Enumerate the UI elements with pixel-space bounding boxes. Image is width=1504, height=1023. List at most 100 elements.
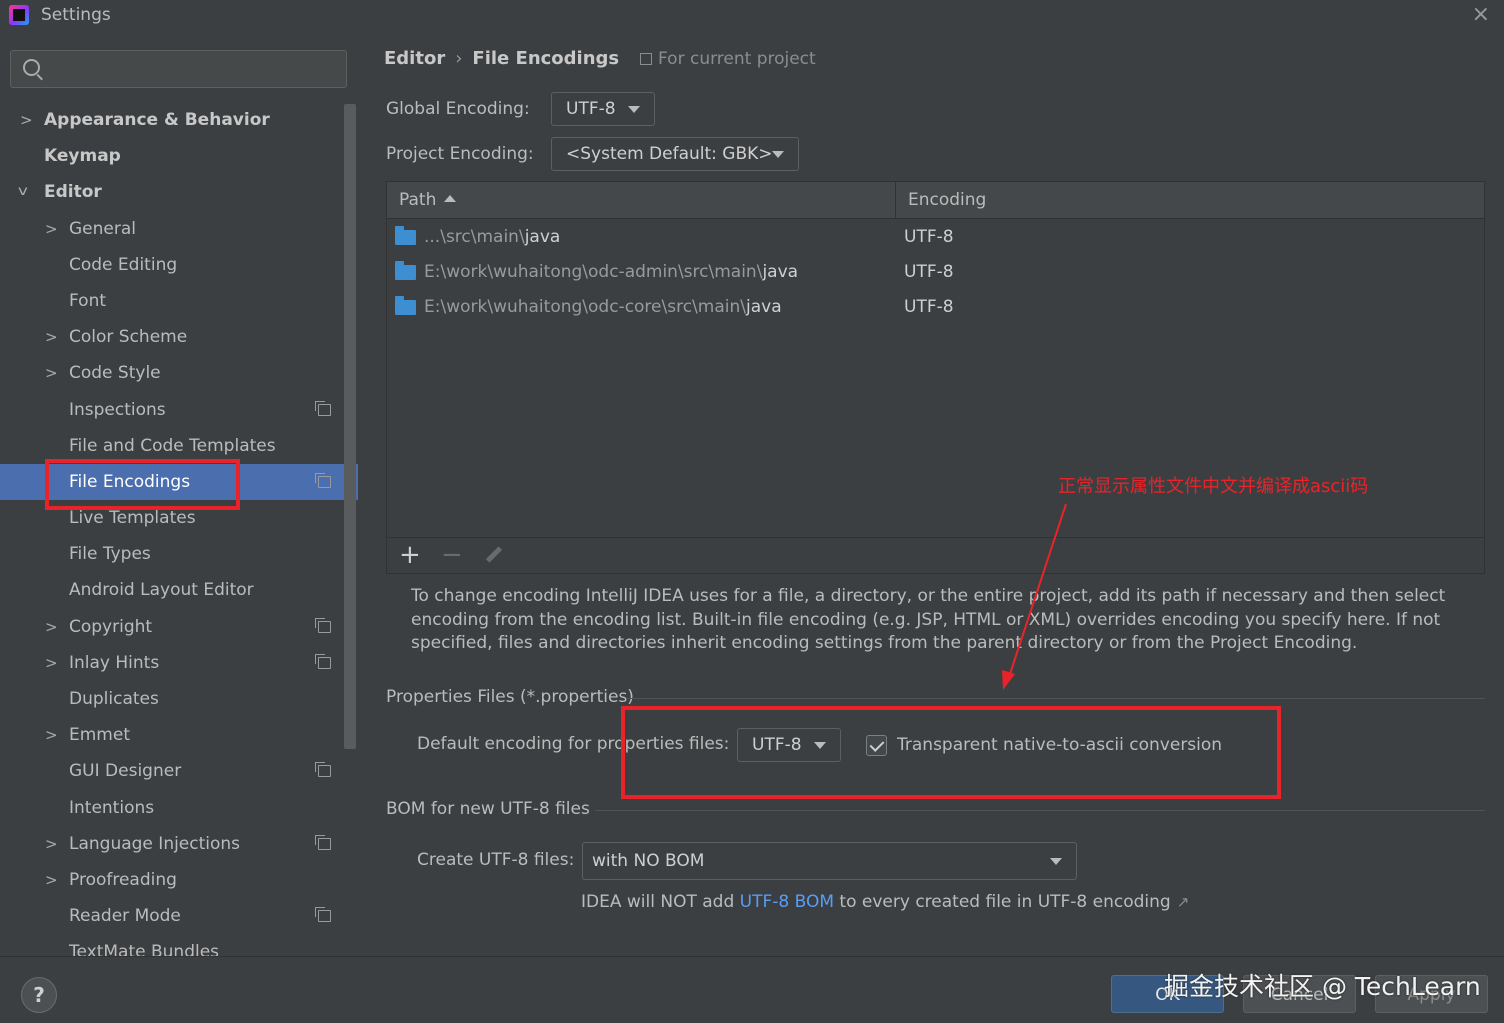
chevron-right-icon[interactable]: >: [20, 102, 34, 138]
sidebar-item-emmet[interactable]: > Emmet: [0, 717, 344, 753]
project-scope-icon: [315, 762, 331, 778]
project-scope-icon: [315, 653, 331, 669]
dialog-button-bar: ? OK Cancel Apply 掘金技术社区 @ TechLearn: [0, 956, 1504, 1023]
sidebar-item-intentions[interactable]: Intentions: [0, 790, 344, 826]
project-scope-icon: [315, 834, 331, 850]
sidebar-item-textmate-bundles[interactable]: TextMate Bundles: [0, 934, 344, 956]
project-encoding-label: Project Encoding:: [386, 144, 534, 164]
project-scope-icon: [640, 53, 652, 65]
chevron-right-icon[interactable]: >: [45, 319, 59, 355]
table-row[interactable]: ...\src\main\java UTF-8: [387, 220, 1484, 255]
bom-note-prefix: IDEA will NOT add: [581, 892, 740, 912]
sidebar-item-copyright[interactable]: > Copyright: [0, 609, 344, 645]
chevron-right-icon[interactable]: >: [45, 826, 59, 862]
chevron-right-icon[interactable]: >: [45, 645, 59, 681]
dropdown-arrow-icon: [1050, 858, 1062, 865]
sidebar-item-label: Copyright: [69, 616, 153, 637]
sidebar-item-duplicates[interactable]: Duplicates: [0, 681, 344, 717]
search-input[interactable]: [51, 53, 341, 85]
section-divider: [595, 810, 1485, 811]
sidebar-item-label: Duplicates: [69, 689, 159, 709]
column-path-label: Path: [399, 190, 437, 210]
utf8-bom-link[interactable]: UTF-8 BOM: [740, 892, 834, 912]
sidebar-item-android-layout-editor[interactable]: Android Layout Editor: [0, 572, 344, 608]
sidebar-item-inspections[interactable]: Inspections: [0, 392, 344, 428]
sidebar-item-appearance-behavior[interactable]: > Appearance & Behavior: [0, 102, 344, 138]
global-encoding-value: UTF-8: [566, 99, 616, 119]
annotation-highlight-file-encodings: [45, 459, 240, 510]
sidebar-item-gui-designer[interactable]: GUI Designer: [0, 753, 344, 789]
sidebar-item-code-editing[interactable]: Code Editing: [0, 247, 344, 283]
sort-ascending-icon: [444, 195, 457, 202]
dropdown-arrow-icon: [628, 106, 640, 113]
project-scope-icon: [315, 400, 331, 416]
sidebar-item-label: Keymap: [44, 146, 121, 167]
remove-icon[interactable]: −: [441, 540, 463, 570]
sidebar-item-keymap[interactable]: Keymap: [0, 138, 344, 174]
table-header: Path Encoding: [387, 182, 1484, 219]
chevron-down-icon[interactable]: v: [18, 174, 36, 210]
help-button[interactable]: ?: [21, 977, 57, 1013]
cell-encoding[interactable]: UTF-8: [904, 255, 954, 290]
project-encoding-combo[interactable]: <System Default: GBK>: [551, 137, 799, 171]
sidebar-item-language-injections[interactable]: > Language Injections: [0, 826, 344, 862]
title-bar: Settings ×: [0, 0, 1504, 32]
breadcrumb-current: File Encodings: [472, 48, 620, 69]
table-row[interactable]: E:\work\wuhaitong\odc-admin\src\main\jav…: [387, 255, 1484, 290]
help-text: To change encoding IntelliJ IDEA uses fo…: [411, 586, 1446, 653]
path-prefix: ...\src\main\: [424, 227, 525, 247]
path-encoding-table: Path Encoding ...\src\main\java UTF-8 E:\w…: [386, 181, 1485, 574]
chevron-right-icon[interactable]: >: [45, 862, 59, 898]
path-prefix: E:\work\wuhaitong\odc-core\src\main\: [424, 297, 746, 317]
project-encoding-value: <System Default: GBK>: [566, 144, 773, 164]
sidebar-item-reader-mode[interactable]: Reader Mode: [0, 898, 344, 934]
sidebar-item-label: Inlay Hints: [69, 652, 160, 673]
chevron-right-icon[interactable]: >: [45, 355, 59, 391]
global-encoding-combo[interactable]: UTF-8: [551, 92, 655, 126]
create-utf8-value: with NO BOM: [592, 851, 705, 871]
path-leaf: java: [762, 262, 799, 282]
sidebar-item-label: Android Layout Editor: [69, 580, 254, 601]
global-encoding-label: Global Encoding:: [386, 99, 530, 119]
sidebar-item-proofreading[interactable]: > Proofreading: [0, 862, 344, 898]
path-leaf: java: [746, 297, 782, 317]
chevron-right-icon[interactable]: >: [45, 211, 59, 247]
sidebar-item-label: General: [69, 218, 136, 239]
annotation-text: 正常显示属性文件中文并编译成ascii码: [1058, 476, 1369, 497]
sidebar-item-label: Reader Mode: [69, 906, 181, 927]
project-scope-icon: [315, 472, 331, 488]
sidebar-item-editor[interactable]: v Editor: [0, 174, 344, 210]
table-toolbar: + −: [387, 537, 1484, 574]
sidebar-item-file-types[interactable]: File Types: [0, 536, 344, 572]
sidebar-item-code-style[interactable]: > Code Style: [0, 355, 344, 391]
path-leaf: java: [524, 227, 561, 247]
bom-note-suffix: to every created file in UTF-8 encoding: [834, 892, 1171, 912]
close-icon[interactable]: ×: [1472, 2, 1490, 27]
scope-note: For current project: [640, 49, 816, 69]
sidebar-item-inlay-hints[interactable]: > Inlay Hints: [0, 645, 344, 681]
column-divider[interactable]: [895, 182, 896, 219]
settings-tree: > Appearance & Behavior Keymap v Editor > Gene…: [0, 102, 358, 956]
create-utf8-combo[interactable]: with NO BOM: [582, 842, 1077, 880]
chevron-right-icon[interactable]: >: [45, 717, 59, 753]
table-row[interactable]: E:\work\wuhaitong\odc-core\src\main\java…: [387, 290, 1484, 325]
dropdown-arrow-icon: [772, 151, 784, 158]
properties-section-title: Properties Files (*.properties): [386, 687, 634, 707]
watermark: 掘金技术社区 @ TechLearn: [1164, 972, 1481, 1001]
sidebar-item-general[interactable]: > General: [0, 211, 344, 247]
add-icon[interactable]: +: [399, 540, 421, 570]
sidebar-item-color-scheme[interactable]: > Color Scheme: [0, 319, 344, 355]
settings-search-box[interactable]: [10, 50, 347, 88]
sidebar-item-label: Proofreading: [69, 869, 177, 890]
breadcrumb-editor[interactable]: Editor: [384, 48, 445, 69]
sidebar-scrollbar[interactable]: [344, 104, 356, 749]
edit-icon[interactable]: [483, 544, 503, 564]
sidebar-item-font[interactable]: Font: [0, 283, 344, 319]
cell-encoding[interactable]: UTF-8: [904, 290, 954, 325]
chevron-right-icon[interactable]: >: [45, 609, 59, 645]
sidebar-item-label: Editor: [44, 182, 102, 203]
column-header-path[interactable]: Path: [399, 182, 457, 219]
column-header-encoding[interactable]: Encoding: [908, 182, 986, 219]
cell-encoding[interactable]: UTF-8: [904, 220, 954, 255]
annotation-arrow-icon: [1002, 503, 1067, 690]
